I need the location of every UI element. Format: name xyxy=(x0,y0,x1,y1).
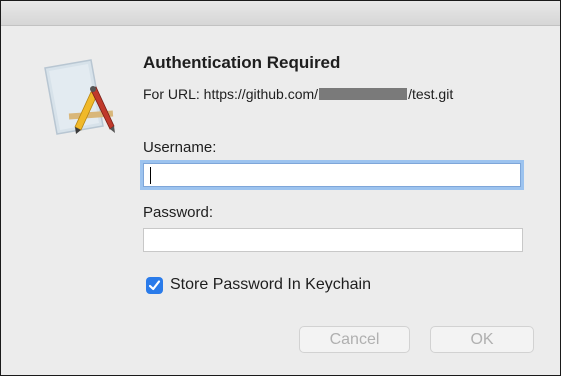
url-prefix: For URL: https://github.com/ xyxy=(143,86,319,102)
script-editor-app-icon xyxy=(41,56,121,136)
dialog-title: Authentication Required xyxy=(143,53,341,72)
url-suffix: /test.git xyxy=(408,86,454,102)
text-caret xyxy=(150,167,151,184)
store-password-checkbox[interactable] xyxy=(146,277,163,294)
checkmark-icon xyxy=(148,280,161,291)
authentication-dialog: Authentication Required For URL: https:/… xyxy=(0,0,561,376)
password-label: Password: xyxy=(143,204,214,221)
username-field[interactable] xyxy=(143,163,521,187)
username-label: Username: xyxy=(143,139,217,156)
password-field[interactable] xyxy=(143,228,523,252)
window-titlebar[interactable] xyxy=(1,1,560,26)
url-line: For URL: https://github.com/ /test.git xyxy=(143,86,453,102)
redacted-username-block xyxy=(319,88,408,100)
ok-button[interactable]: OK xyxy=(430,326,534,353)
store-password-label[interactable]: Store Password In Keychain xyxy=(170,276,371,294)
cancel-button[interactable]: Cancel xyxy=(299,326,410,353)
